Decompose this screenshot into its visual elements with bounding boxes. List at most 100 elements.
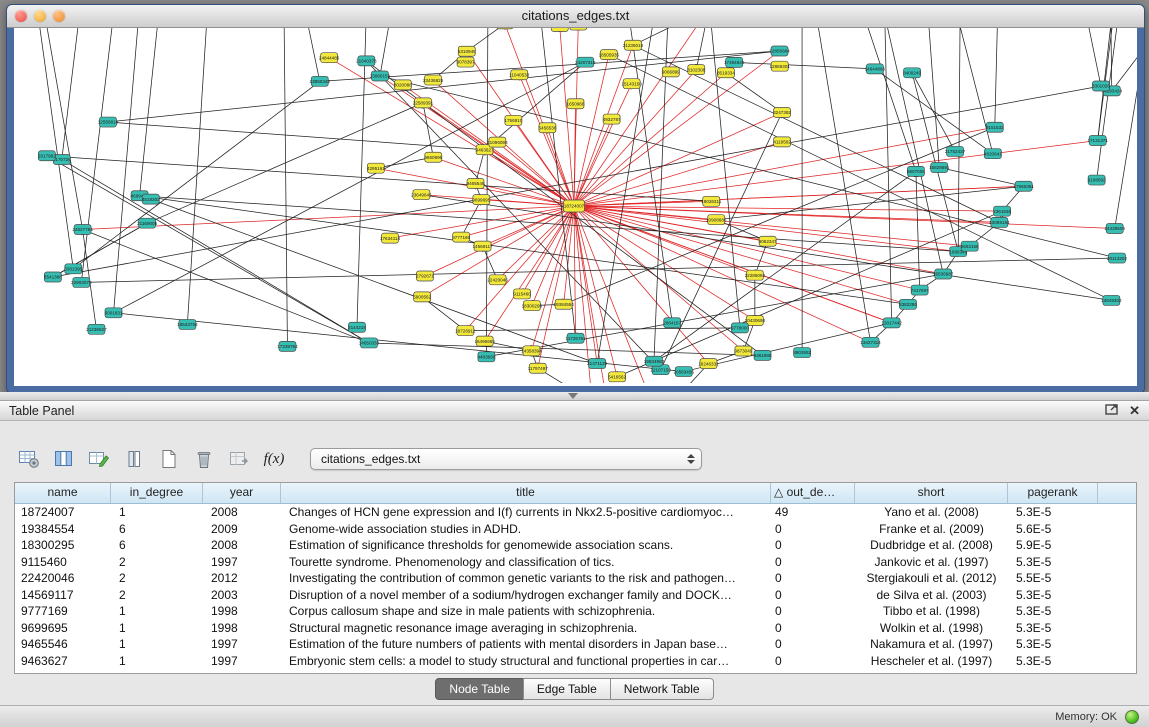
graph-node[interactable]: 21752437 (945, 146, 966, 156)
table-cell-year[interactable]: 2009 (203, 521, 281, 538)
table-cell-in_degree[interactable]: 2 (111, 587, 203, 604)
graph-node[interactable]: 17131371 (1087, 136, 1108, 146)
column-header-pagerank[interactable]: pagerank (1008, 483, 1098, 503)
table-cell-in_degree[interactable]: 1 (111, 603, 203, 620)
table-cell-short[interactable]: Wolkin et al. (1998) (855, 620, 1008, 637)
table-cell-short[interactable]: Stergiakouli et al. (2012) (855, 570, 1008, 587)
table-row[interactable]: 969969511998Structural magnetic resonanc… (15, 620, 1136, 637)
table-cell-pagerank[interactable]: 5.3E-5 (1008, 636, 1098, 653)
network-window-titlebar[interactable]: citations_edges.txt (7, 5, 1144, 28)
table-row[interactable]: 1830029562008Estimation of significance … (15, 537, 1136, 554)
table-cell-out_degree[interactable]: 0 (771, 653, 855, 670)
table-cell-year[interactable]: 2003 (203, 587, 281, 604)
graph-node[interactable]: 19834983 (644, 356, 665, 366)
table-cell-pagerank[interactable]: 5.3E-5 (1008, 620, 1098, 637)
graph-node[interactable]: 15143150 (621, 79, 642, 89)
table-cell-name[interactable]: 9463627 (15, 653, 111, 670)
table-cell-short[interactable]: Yano et al. (2008) (855, 504, 1008, 521)
table-cell-pagerank[interactable]: 5.3E-5 (1008, 554, 1098, 571)
graph-node[interactable]: 2361638 (993, 206, 1011, 216)
table-cell-short[interactable]: Dudbridge et al. (2008) (855, 537, 1008, 554)
table-cell-title[interactable]: Estimation of the future numbers of pati… (281, 636, 771, 653)
graph-node[interactable]: 4119502 (773, 137, 791, 147)
table-cell-title[interactable]: Genome-wide association studies in ADHD. (281, 521, 771, 538)
table-cell-name[interactable]: 9777169 (15, 603, 111, 620)
graph-node[interactable]: 23850348 (310, 76, 331, 86)
table-cell-year[interactable]: 2008 (203, 504, 281, 521)
graph-node[interactable]: 15828691 (929, 162, 950, 172)
graph-node[interactable]: 9381988 (754, 350, 772, 360)
table-row[interactable]: 911546021997Tourette syndrome. Phenomeno… (15, 554, 1136, 571)
graph-node[interactable]: 8409249 (903, 68, 921, 78)
graph-node[interactable]: 18505935 (599, 50, 620, 60)
graph-node[interactable]: 16496665 (474, 336, 495, 346)
table-cell-short[interactable]: de Silva et al. (2003) (855, 587, 1008, 604)
table-cell-year[interactable]: 2012 (203, 570, 281, 587)
table-cell-out_degree[interactable]: 0 (771, 587, 855, 604)
graph-node[interactable]: 3894221 (496, 28, 514, 29)
graph-node[interactable]: 9777169 (452, 232, 470, 242)
graph-node[interactable]: 21471129 (587, 359, 608, 369)
delete-table-icon[interactable] (191, 447, 217, 471)
graph-node[interactable]: 12886301 (770, 61, 791, 71)
table-cell-short[interactable]: Franke et al. (2009) (855, 521, 1008, 538)
table-cell-pagerank[interactable]: 5.3E-5 (1008, 504, 1098, 521)
graph-node[interactable]: 8020088 (394, 80, 412, 90)
table-cell-year[interactable]: 1998 (203, 603, 281, 620)
graph-node[interactable]: 19384554 (553, 299, 574, 309)
table-cell-year[interactable]: 1997 (203, 653, 281, 670)
new-column-icon[interactable] (156, 447, 182, 471)
graph-node[interactable]: 2017962 (38, 151, 56, 161)
network-canvas[interactable]: 1872400719384554183002959115460224200461… (14, 28, 1137, 386)
graph-node[interactable]: 4295161 (367, 163, 385, 173)
graph-node[interactable]: 9650696 (424, 152, 442, 162)
graph-node[interactable]: 13427314 (860, 337, 881, 347)
graph-node[interactable]: 4518302 (142, 194, 160, 204)
graph-node[interactable]: 14650333 (359, 338, 380, 348)
table-cell-title[interactable]: Disruption of a novel member of a sodium… (281, 587, 771, 604)
graph-node[interactable]: 8102308 (687, 65, 705, 75)
graph-node[interactable]: 9066899 (662, 67, 680, 77)
table-cell-pagerank[interactable]: 5.3E-5 (1008, 587, 1098, 604)
graph-node[interactable]: 12856684 (769, 46, 790, 56)
graph-node[interactable]: 14358394 (521, 346, 542, 356)
split-pane-handle[interactable] (568, 393, 578, 399)
table-cell-name[interactable]: 9115460 (15, 554, 111, 571)
graph-node[interactable]: 9465546 (467, 178, 485, 188)
graph-node[interactable]: 13649302 (1101, 295, 1122, 305)
table-cell-out_degree[interactable]: 49 (771, 504, 855, 521)
table-cell-name[interactable]: 19384554 (15, 521, 111, 538)
graph-node[interactable]: 12556818 (98, 117, 119, 127)
graph-node[interactable]: 20113202 (1107, 253, 1128, 263)
graph-node[interactable]: 7417597 (911, 285, 929, 295)
tab-network-table[interactable]: Network Table (610, 678, 714, 700)
graph-node[interactable]: 3301026 (1092, 81, 1110, 91)
table-cell-in_degree[interactable]: 1 (111, 653, 203, 670)
graph-node[interactable]: 8541386 (44, 272, 62, 282)
table-cell-year[interactable]: 1997 (203, 636, 281, 653)
table-cell-pagerank[interactable]: 5.6E-5 (1008, 521, 1098, 538)
table-cell-in_degree[interactable]: 6 (111, 521, 203, 538)
graph-node[interactable]: 12017442 (881, 318, 902, 328)
graph-node[interactable]: 20583456 (674, 367, 695, 377)
table-cell-out_degree[interactable]: 0 (771, 620, 855, 637)
column-header-in_degree[interactable]: in_degree (111, 483, 203, 503)
table-cell-short[interactable]: Hescheler et al. (1997) (855, 653, 1008, 670)
table-cell-pagerank[interactable]: 5.9E-5 (1008, 537, 1098, 554)
tab-node-table[interactable]: Node Table (435, 678, 524, 700)
graph-node[interactable]: 9873049 (734, 346, 752, 356)
graph-node[interactable]: 24627784 (72, 225, 93, 235)
graph-node[interactable]: 18026311 (701, 196, 722, 206)
tab-edge-table[interactable]: Edge Table (523, 678, 611, 700)
graph-node[interactable]: 22903070 (71, 277, 92, 287)
table-cell-out_degree[interactable]: 0 (771, 537, 855, 554)
table-cell-pagerank[interactable]: 5.3E-5 (1008, 653, 1098, 670)
table-cell-out_degree[interactable]: 0 (771, 521, 855, 538)
graph-node[interactable]: 11725761 (566, 333, 587, 343)
graph-node[interactable]: 24439509 (1104, 223, 1125, 233)
table-cell-year[interactable]: 1997 (203, 554, 281, 571)
graph-node[interactable]: 2664167 (663, 318, 681, 328)
table-cell-name[interactable]: 14569117 (15, 587, 111, 604)
edit-table-icon[interactable] (86, 447, 112, 471)
table-cell-in_degree[interactable]: 1 (111, 504, 203, 521)
